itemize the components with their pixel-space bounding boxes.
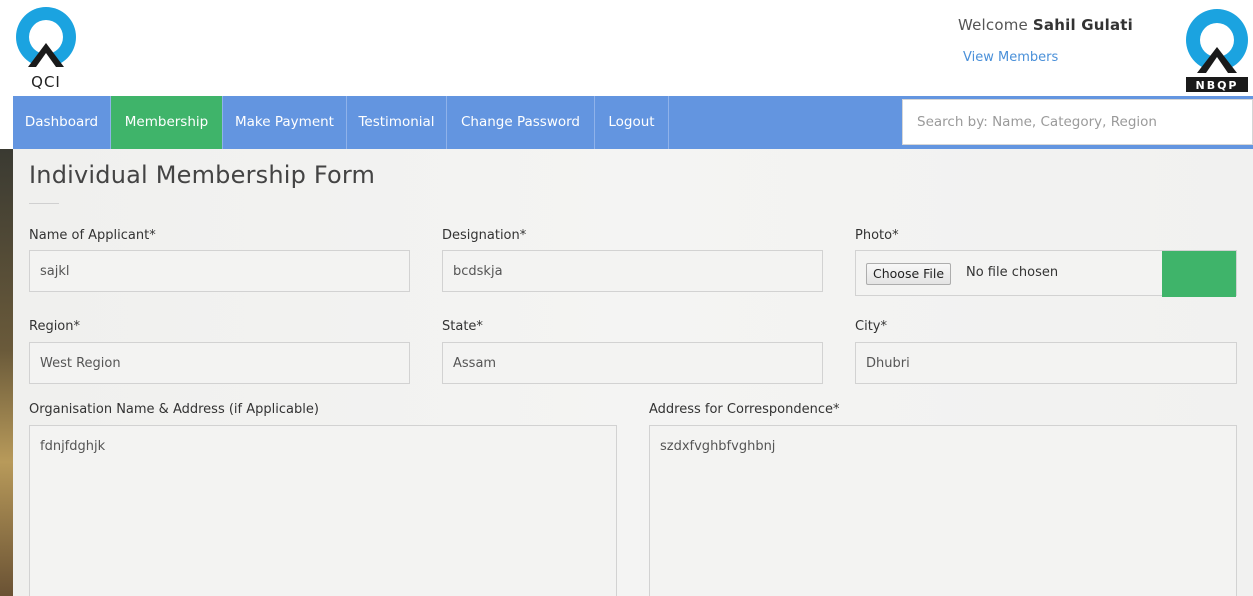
organisation-label: Organisation Name & Address (if Applicab… (29, 402, 319, 417)
nbqp-logo[interactable]: NBQP (1184, 5, 1250, 93)
region-label: Region* (29, 319, 81, 334)
page-title: Individual Membership Form (29, 161, 376, 189)
state-label: State* (442, 319, 483, 334)
welcome-prefix: Welcome (957, 16, 1028, 34)
qci-logo[interactable]: QCI (14, 5, 78, 91)
name-input[interactable] (29, 250, 410, 292)
qci-logo-text: QCI (31, 73, 61, 91)
nav-testimonial[interactable]: Testimonial (347, 96, 447, 149)
nav-membership[interactable]: Membership (111, 96, 223, 149)
city-label: City* (855, 319, 887, 334)
user-name: Sahil Gulati (1032, 16, 1133, 34)
nav-make-payment[interactable]: Make Payment (223, 96, 347, 149)
page-header: QCI Welcome Sahil Gulati View Members NB… (0, 0, 1253, 96)
nav-logout[interactable]: Logout (595, 96, 669, 149)
city-select[interactable] (855, 342, 1237, 384)
file-status: No file chosen (966, 265, 1059, 280)
upload-button[interactable] (1162, 251, 1236, 297)
correspondence-label: Address for Correspondence* (649, 402, 840, 417)
photo-label: Photo* (855, 228, 899, 243)
search-input[interactable] (902, 99, 1253, 145)
main-navbar: Dashboard Membership Make Payment Testim… (13, 96, 1253, 149)
name-label: Name of Applicant* (29, 228, 156, 243)
designation-input[interactable] (442, 250, 823, 292)
organisation-textarea[interactable]: fdnjfdghjk (29, 425, 617, 596)
membership-form: Individual Membership Form Name of Appli… (13, 149, 1253, 596)
state-select[interactable] (442, 342, 823, 384)
correspondence-textarea[interactable]: szdxfvghbfvghbnj (649, 425, 1237, 596)
title-divider (29, 203, 59, 204)
nav-change-password[interactable]: Change Password (447, 96, 595, 149)
designation-label: Designation* (442, 228, 527, 243)
region-select[interactable] (29, 342, 410, 384)
nav-dashboard[interactable]: Dashboard (13, 96, 111, 149)
choose-file-button[interactable]: Choose File (866, 263, 952, 285)
photo-file-field: Choose File No file chosen (855, 250, 1237, 297)
welcome-message: Welcome Sahil Gulati (958, 16, 1133, 34)
view-members-link[interactable]: View Members (963, 50, 1058, 65)
nbqp-logo-text: NBQP (1195, 79, 1238, 92)
decorative-strip (0, 149, 13, 596)
